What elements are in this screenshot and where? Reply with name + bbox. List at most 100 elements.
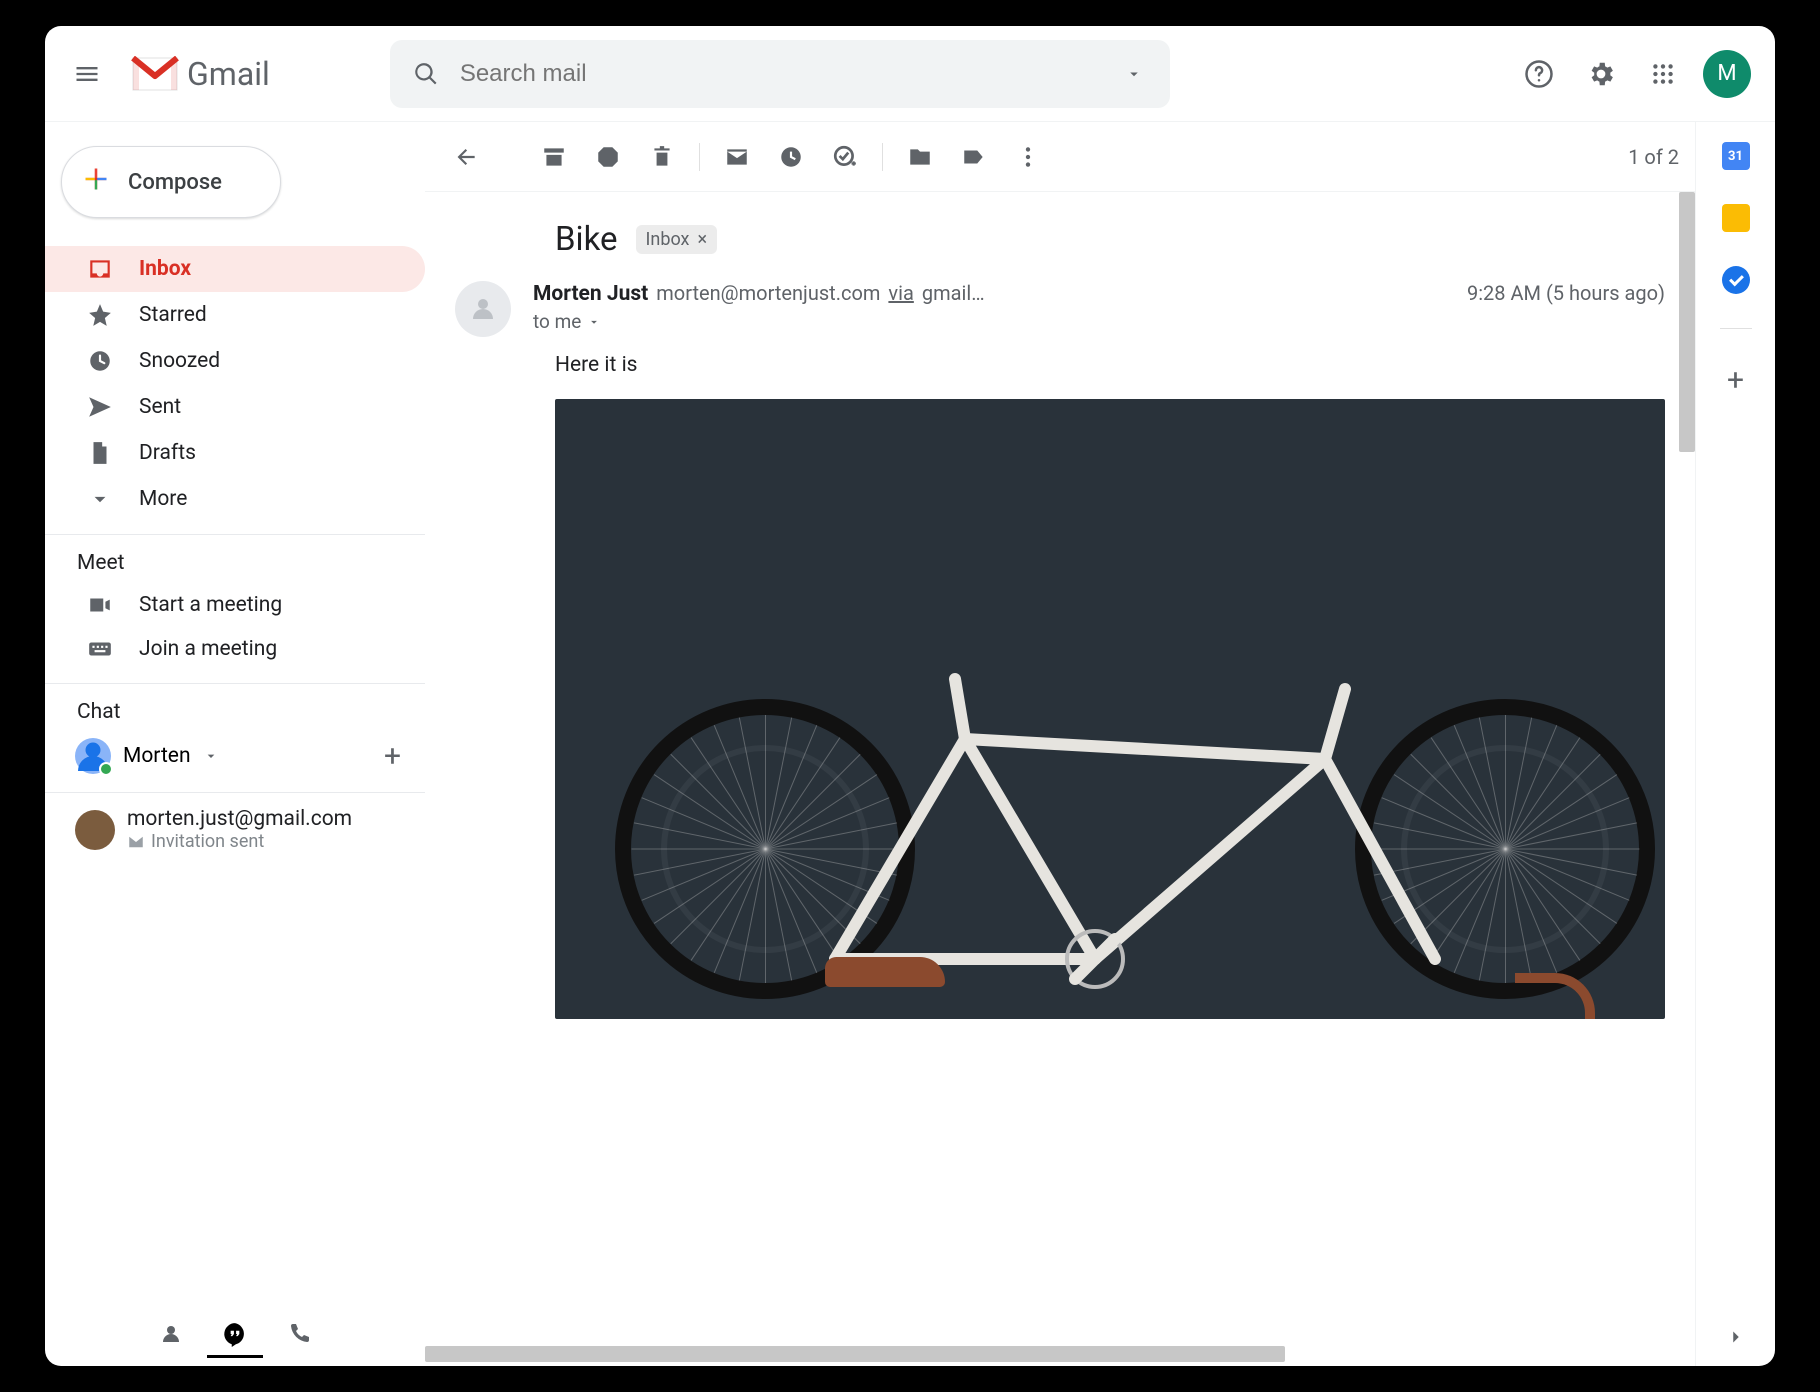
scrollbar-thumb[interactable] (425, 1346, 1285, 1362)
contact-avatar (75, 810, 115, 850)
divider (1720, 328, 1752, 329)
sidebar: Compose Inbox Starred Snoozed Sent Draft… (45, 122, 425, 1366)
search-options-button[interactable] (1106, 46, 1162, 102)
more-button[interactable] (1003, 132, 1053, 182)
archive-button[interactable] (529, 132, 579, 182)
support-button[interactable] (1511, 46, 1567, 102)
chevron-down-icon (87, 486, 113, 512)
inbox-icon (87, 256, 113, 282)
sidebar-item-drafts[interactable]: Drafts (45, 430, 425, 476)
horizontal-scrollbar[interactable] (425, 1346, 1675, 1362)
phone-icon (287, 1322, 311, 1346)
caret-down-icon (203, 748, 219, 764)
via-domain: gmail… (922, 281, 985, 305)
nav-label: Drafts (139, 441, 196, 465)
scrollbar-thumb[interactable] (1679, 192, 1695, 452)
caret-down-icon (1125, 65, 1143, 83)
divider (45, 534, 425, 535)
to-line[interactable]: to me (533, 310, 1445, 333)
start-meeting-button[interactable]: Start a meeting (45, 583, 425, 627)
compose-label: Compose (128, 170, 222, 195)
chat-section-title: Chat (45, 692, 425, 732)
move-to-button[interactable] (895, 132, 945, 182)
remove-label-button[interactable]: × (697, 229, 707, 250)
menu-button[interactable] (57, 44, 117, 104)
nav-label: Inbox (139, 257, 191, 281)
task-icon (832, 144, 858, 170)
hide-panel-button[interactable] (1725, 1326, 1747, 1352)
caret-down-icon (587, 315, 601, 329)
chat-user-row[interactable]: Morten + (45, 732, 425, 780)
search-button[interactable] (398, 46, 454, 102)
back-button[interactable] (441, 132, 491, 182)
star-icon (87, 302, 113, 328)
meet-section-title: Meet (45, 543, 425, 583)
header: Gmail M (45, 26, 1775, 122)
clock-icon (87, 348, 113, 374)
get-addons-button[interactable]: + (1727, 363, 1744, 398)
gmail-logo[interactable]: Gmail (131, 55, 270, 93)
sidebar-item-starred[interactable]: Starred (45, 292, 425, 338)
presence-avatar (75, 738, 111, 774)
label-chip-text: Inbox (646, 229, 690, 250)
apps-button[interactable] (1635, 46, 1691, 102)
calendar-addon[interactable] (1722, 142, 1750, 170)
join-meeting-button[interactable]: Join a meeting (45, 627, 425, 671)
snooze-button[interactable] (766, 132, 816, 182)
person-icon (159, 1322, 183, 1346)
labels-button[interactable] (949, 132, 999, 182)
label-chip[interactable]: Inbox × (636, 225, 718, 254)
sidebar-item-inbox[interactable]: Inbox (45, 246, 425, 292)
sidebar-footer (45, 1302, 425, 1366)
to-text: to me (533, 310, 581, 333)
meet-label: Join a meeting (139, 637, 277, 661)
presence-dot-icon (99, 762, 113, 776)
via-label: via (888, 281, 913, 305)
sidebar-item-more[interactable]: More (45, 476, 425, 522)
plus-icon (82, 165, 110, 199)
add-task-button[interactable] (820, 132, 870, 182)
send-icon (87, 394, 113, 420)
sidebar-item-snoozed[interactable]: Snoozed (45, 338, 425, 384)
envelope-icon (127, 833, 145, 851)
sender-avatar (455, 281, 511, 337)
keep-addon[interactable] (1722, 204, 1750, 232)
separator (882, 143, 883, 171)
footer-hangouts-tab[interactable] (207, 1310, 263, 1358)
divider (45, 792, 425, 793)
nav-label: Starred (139, 303, 207, 327)
mark-unread-button[interactable] (712, 132, 762, 182)
app-window: Gmail M (45, 26, 1775, 1366)
arrow-left-icon (453, 144, 479, 170)
sender-email: morten@mortenjust.com (656, 281, 880, 305)
hangouts-icon (222, 1321, 248, 1347)
spam-button[interactable] (583, 132, 633, 182)
sender-name: Morten Just (533, 282, 648, 306)
mail-icon (724, 144, 750, 170)
help-icon (1524, 59, 1554, 89)
tasks-addon[interactable] (1722, 266, 1750, 294)
keyboard-icon (87, 636, 113, 662)
video-icon (87, 592, 113, 618)
message-body: Here it is (425, 343, 1695, 377)
bike-handlebar (1515, 963, 1595, 1018)
contact-row[interactable]: morten.just@gmail.com Invitation sent (45, 801, 425, 852)
chevron-right-icon (1725, 1326, 1747, 1348)
delete-button[interactable] (637, 132, 687, 182)
header-right: M (1511, 46, 1751, 102)
sidebar-item-sent[interactable]: Sent (45, 384, 425, 430)
account-avatar[interactable]: M (1703, 50, 1751, 98)
footer-people-tab[interactable] (143, 1310, 199, 1358)
settings-button[interactable] (1573, 46, 1629, 102)
trash-icon (649, 144, 675, 170)
archive-icon (541, 144, 567, 170)
bike-frame (615, 659, 1655, 999)
footer-phone-tab[interactable] (271, 1310, 327, 1358)
search-input[interactable] (460, 60, 1100, 88)
compose-button[interactable]: Compose (61, 146, 281, 218)
nav-label: More (139, 487, 187, 511)
attachment-image[interactable] (555, 399, 1665, 1019)
new-chat-button[interactable]: + (384, 739, 401, 774)
vertical-scrollbar[interactable] (1679, 192, 1695, 1366)
app-name: Gmail (187, 55, 270, 93)
